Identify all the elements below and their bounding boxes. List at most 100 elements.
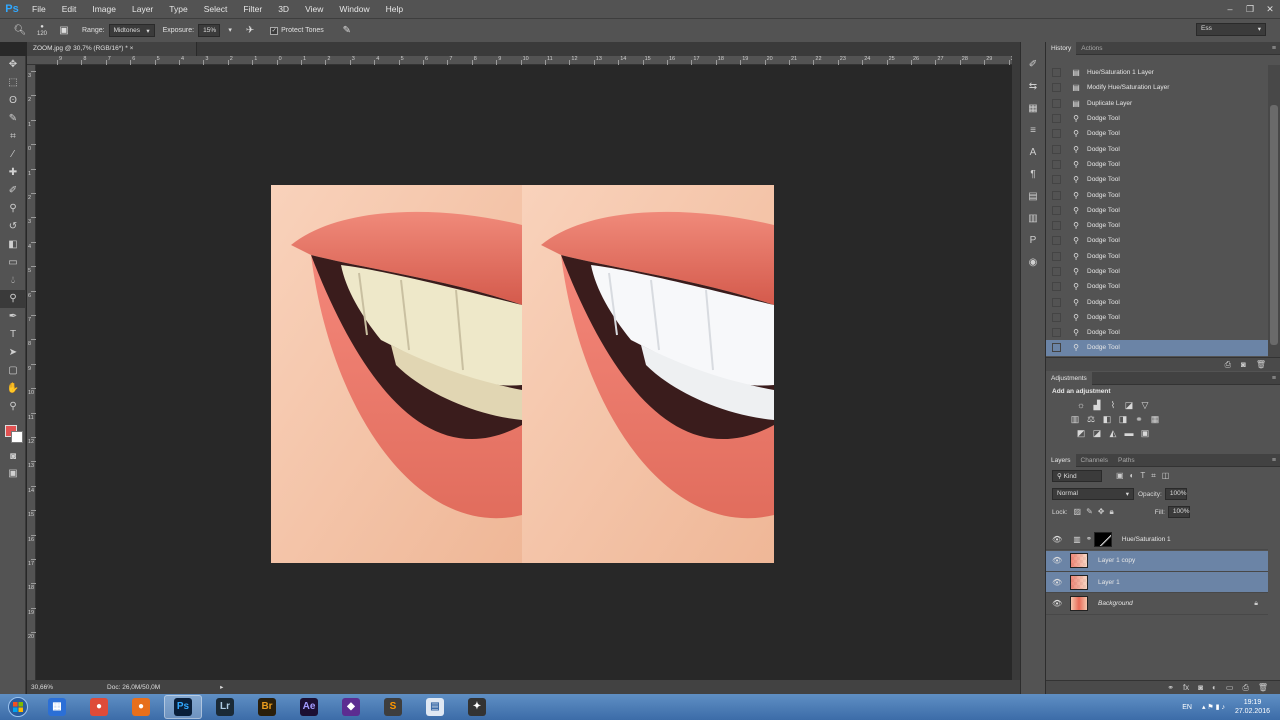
history-scrollbar[interactable] xyxy=(1268,65,1280,357)
swatches-icon[interactable]: ▦ xyxy=(1021,98,1045,120)
hue-saturation-icon[interactable]: ▥ xyxy=(1070,414,1080,424)
taskbar-after-effects[interactable]: Ae xyxy=(290,695,328,719)
fill-input[interactable]: 100% xyxy=(1167,506,1190,518)
notes-icon[interactable]: ▥ xyxy=(1021,208,1045,230)
zoom-tool-icon[interactable]: ⚲ xyxy=(0,398,26,416)
layer-row[interactable]: 👁︎ ▥ ⚭ Hue/Saturation 1 xyxy=(1046,529,1268,550)
layer-name[interactable]: Background xyxy=(1098,600,1133,607)
close-icon[interactable]: × xyxy=(130,45,134,52)
paragraph-icon[interactable]: ¶ xyxy=(1021,164,1045,186)
history-item[interactable]: ⚲ Dodge Tool xyxy=(1046,172,1268,187)
history-state-box[interactable] xyxy=(1052,328,1061,338)
new-layer-icon[interactable]: ⎙ xyxy=(1242,683,1248,693)
layer-mask-thumbnail[interactable] xyxy=(1093,531,1112,547)
history-item[interactable]: ⚲ Dodge Tool xyxy=(1046,203,1268,218)
background-color-swatch[interactable] xyxy=(11,431,23,443)
history-state-box[interactable] xyxy=(1052,236,1061,246)
layer-kind-filter[interactable]: ⚲ Kind xyxy=(1052,470,1102,482)
levels-icon[interactable]: ▟ xyxy=(1092,400,1102,410)
brightness-icon[interactable]: ☼ xyxy=(1076,400,1086,410)
shape-tool-icon[interactable]: ▢ xyxy=(0,362,26,380)
history-state-box[interactable] xyxy=(1052,98,1061,108)
history-state-box[interactable] xyxy=(1052,129,1061,139)
gradient-map-icon[interactable]: ▬ xyxy=(1124,428,1134,438)
layer-name[interactable]: Hue/Saturation 1 xyxy=(1122,536,1171,543)
stamp-tool-icon[interactable]: ⚲ xyxy=(0,200,26,218)
history-item[interactable]: ⚲ Dodge Tool xyxy=(1046,187,1268,202)
layer-thumbnail[interactable] xyxy=(1070,596,1088,611)
clock[interactable]: 19:19 27.02.2016 xyxy=(1235,698,1270,716)
menu-window[interactable]: Window xyxy=(331,0,377,18)
history-item[interactable]: ▤ Modify Hue/Saturation Layer xyxy=(1046,80,1268,95)
tab-history[interactable]: History xyxy=(1046,41,1077,55)
status-arrow-icon[interactable]: ▸ xyxy=(220,683,223,691)
selective-color-icon[interactable]: ▣ xyxy=(1140,428,1150,438)
blur-tool-icon[interactable]: 💧︎ xyxy=(0,272,26,290)
history-item[interactable]: ⚲ Dodge Tool xyxy=(1046,157,1268,172)
filter-icons[interactable]: ▣◐T⌗◫ xyxy=(1116,471,1175,481)
menu-file[interactable]: File xyxy=(24,0,54,18)
scroll-thumb[interactable] xyxy=(1270,105,1278,345)
clone-source-icon[interactable]: ◉ xyxy=(1021,252,1045,274)
history-item[interactable]: ⚲ Dodge Tool xyxy=(1046,249,1268,264)
menu-type[interactable]: Type xyxy=(161,0,195,18)
history-item[interactable]: ▤ Hue/Saturation 1 Layer xyxy=(1046,65,1268,80)
history-item[interactable]: ⚲ Dodge Tool xyxy=(1046,111,1268,126)
panel-menu-icon[interactable]: ≡ xyxy=(1272,375,1276,382)
layer-thumbnail[interactable] xyxy=(1070,574,1088,590)
taskbar-file-explorer[interactable]: ▦ xyxy=(38,695,76,719)
brush-tool-icon[interactable]: ✐ xyxy=(0,182,26,200)
photo-filter-icon[interactable]: ◨ xyxy=(1118,414,1128,424)
taskbar-chrome[interactable]: ● xyxy=(80,695,118,719)
exposure-dropdown-icon[interactable]: ▾ xyxy=(223,24,237,38)
pressure-icon[interactable]: ✎ xyxy=(340,24,354,38)
fx-icon[interactable]: fx xyxy=(1183,683,1189,692)
menu-select[interactable]: Select xyxy=(196,0,236,18)
history-state-box[interactable] xyxy=(1052,175,1061,185)
history-brush-icon[interactable]: ↺ xyxy=(0,218,26,236)
history-state-box[interactable] xyxy=(1052,343,1061,353)
history-item[interactable]: ⚲ Dodge Tool xyxy=(1046,141,1268,156)
vibrance-icon[interactable]: ▽ xyxy=(1140,400,1150,410)
dodge-tool-icon[interactable]: ⚲ xyxy=(0,290,26,308)
snapshot-icon[interactable]: ◙ xyxy=(1241,360,1246,369)
exposure-icon[interactable]: ◪ xyxy=(1124,400,1134,410)
layer-name[interactable]: Layer 1 xyxy=(1098,579,1120,586)
history-state-box[interactable] xyxy=(1052,221,1061,231)
history-state-box[interactable] xyxy=(1052,144,1061,154)
document-tab[interactable]: ZOOM.jpg @ 30,7% (RGB/16*) * × xyxy=(27,42,197,56)
history-item[interactable]: ⚲ Dodge Tool xyxy=(1046,310,1268,325)
curves-icon[interactable]: ⌇ xyxy=(1108,400,1118,410)
dodge-tool-icon[interactable]: 🔍︎ xyxy=(13,24,27,38)
threshold-icon[interactable]: ◭ xyxy=(1108,428,1118,438)
taskbar-bridge[interactable]: Br xyxy=(248,695,286,719)
brush-presets-icon[interactable]: ✐ xyxy=(1021,54,1045,76)
history-state-box[interactable] xyxy=(1052,312,1061,322)
start-button[interactable] xyxy=(0,694,36,720)
history-state-box[interactable] xyxy=(1052,159,1061,169)
tab-adjustments[interactable]: Adjustments xyxy=(1046,371,1092,385)
history-state-box[interactable] xyxy=(1052,251,1061,261)
visibility-eye-icon[interactable]: 👁︎ xyxy=(1052,535,1062,544)
pen-tool-icon[interactable]: ✒ xyxy=(0,308,26,326)
new-group-icon[interactable]: ▭ xyxy=(1226,683,1234,692)
taskbar-app-tool[interactable]: ✦ xyxy=(458,695,496,719)
workspace-select[interactable]: Ess ▾ xyxy=(1196,23,1266,36)
history-item[interactable]: ⚲ Dodge Tool xyxy=(1046,279,1268,294)
tab-channels[interactable]: Channels xyxy=(1076,454,1113,467)
history-item[interactable]: ⚲ Dodge Tool xyxy=(1046,325,1268,340)
menu-help[interactable]: Help xyxy=(378,0,411,18)
history-state-box[interactable] xyxy=(1052,205,1061,215)
taskbar-visual-studio[interactable]: ◆ xyxy=(332,695,370,719)
lasso-tool-icon[interactable]: ʘ xyxy=(0,92,26,110)
canvas-scrollbar[interactable] xyxy=(1012,56,1020,680)
trash-icon[interactable]: 🗑︎ xyxy=(1256,360,1266,369)
minimize-button[interactable]: – xyxy=(1220,0,1240,18)
visibility-eye-icon[interactable]: 👁︎ xyxy=(1052,578,1062,587)
history-item[interactable]: ⚲ Dodge Tool xyxy=(1046,126,1268,141)
color-balance-icon[interactable]: ⚖ xyxy=(1086,414,1096,424)
tray-icons[interactable]: ▴ ⚑ ▮ ♪ xyxy=(1202,703,1225,711)
panel-menu-icon[interactable]: ≡ xyxy=(1272,457,1276,464)
layer-thumbnail[interactable] xyxy=(1070,553,1088,568)
crop-tool-icon[interactable]: ⌗ xyxy=(0,128,26,146)
